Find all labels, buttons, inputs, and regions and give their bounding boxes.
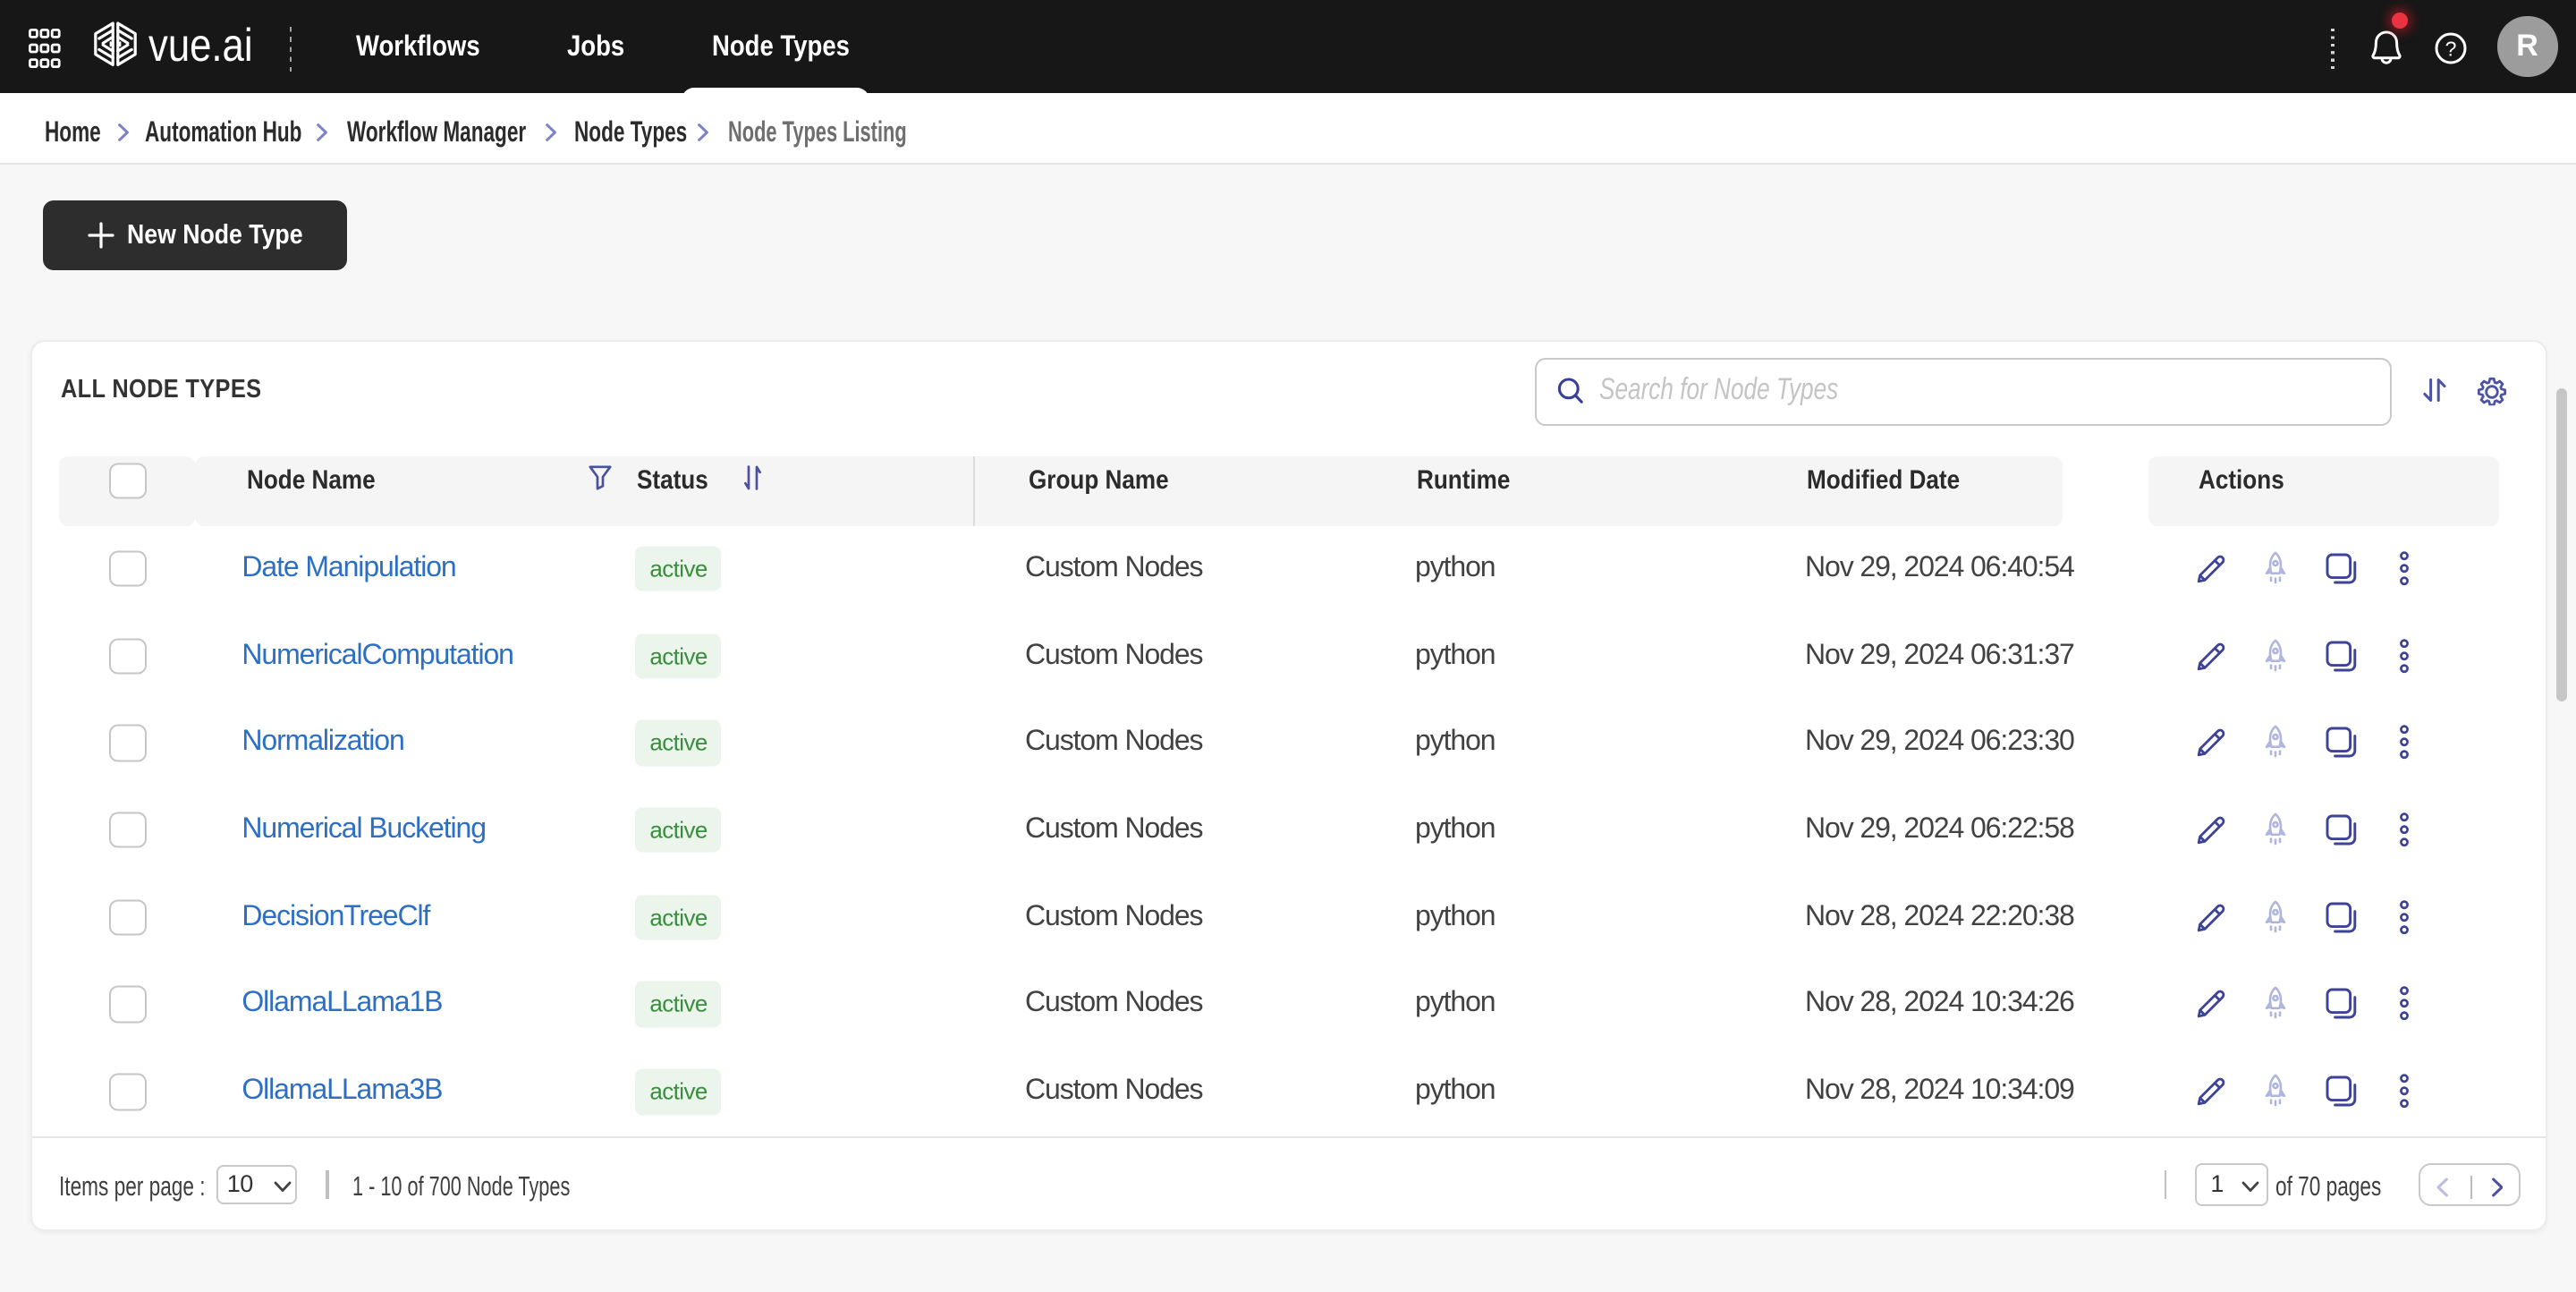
svg-text:?: ? [2445, 36, 2457, 59]
